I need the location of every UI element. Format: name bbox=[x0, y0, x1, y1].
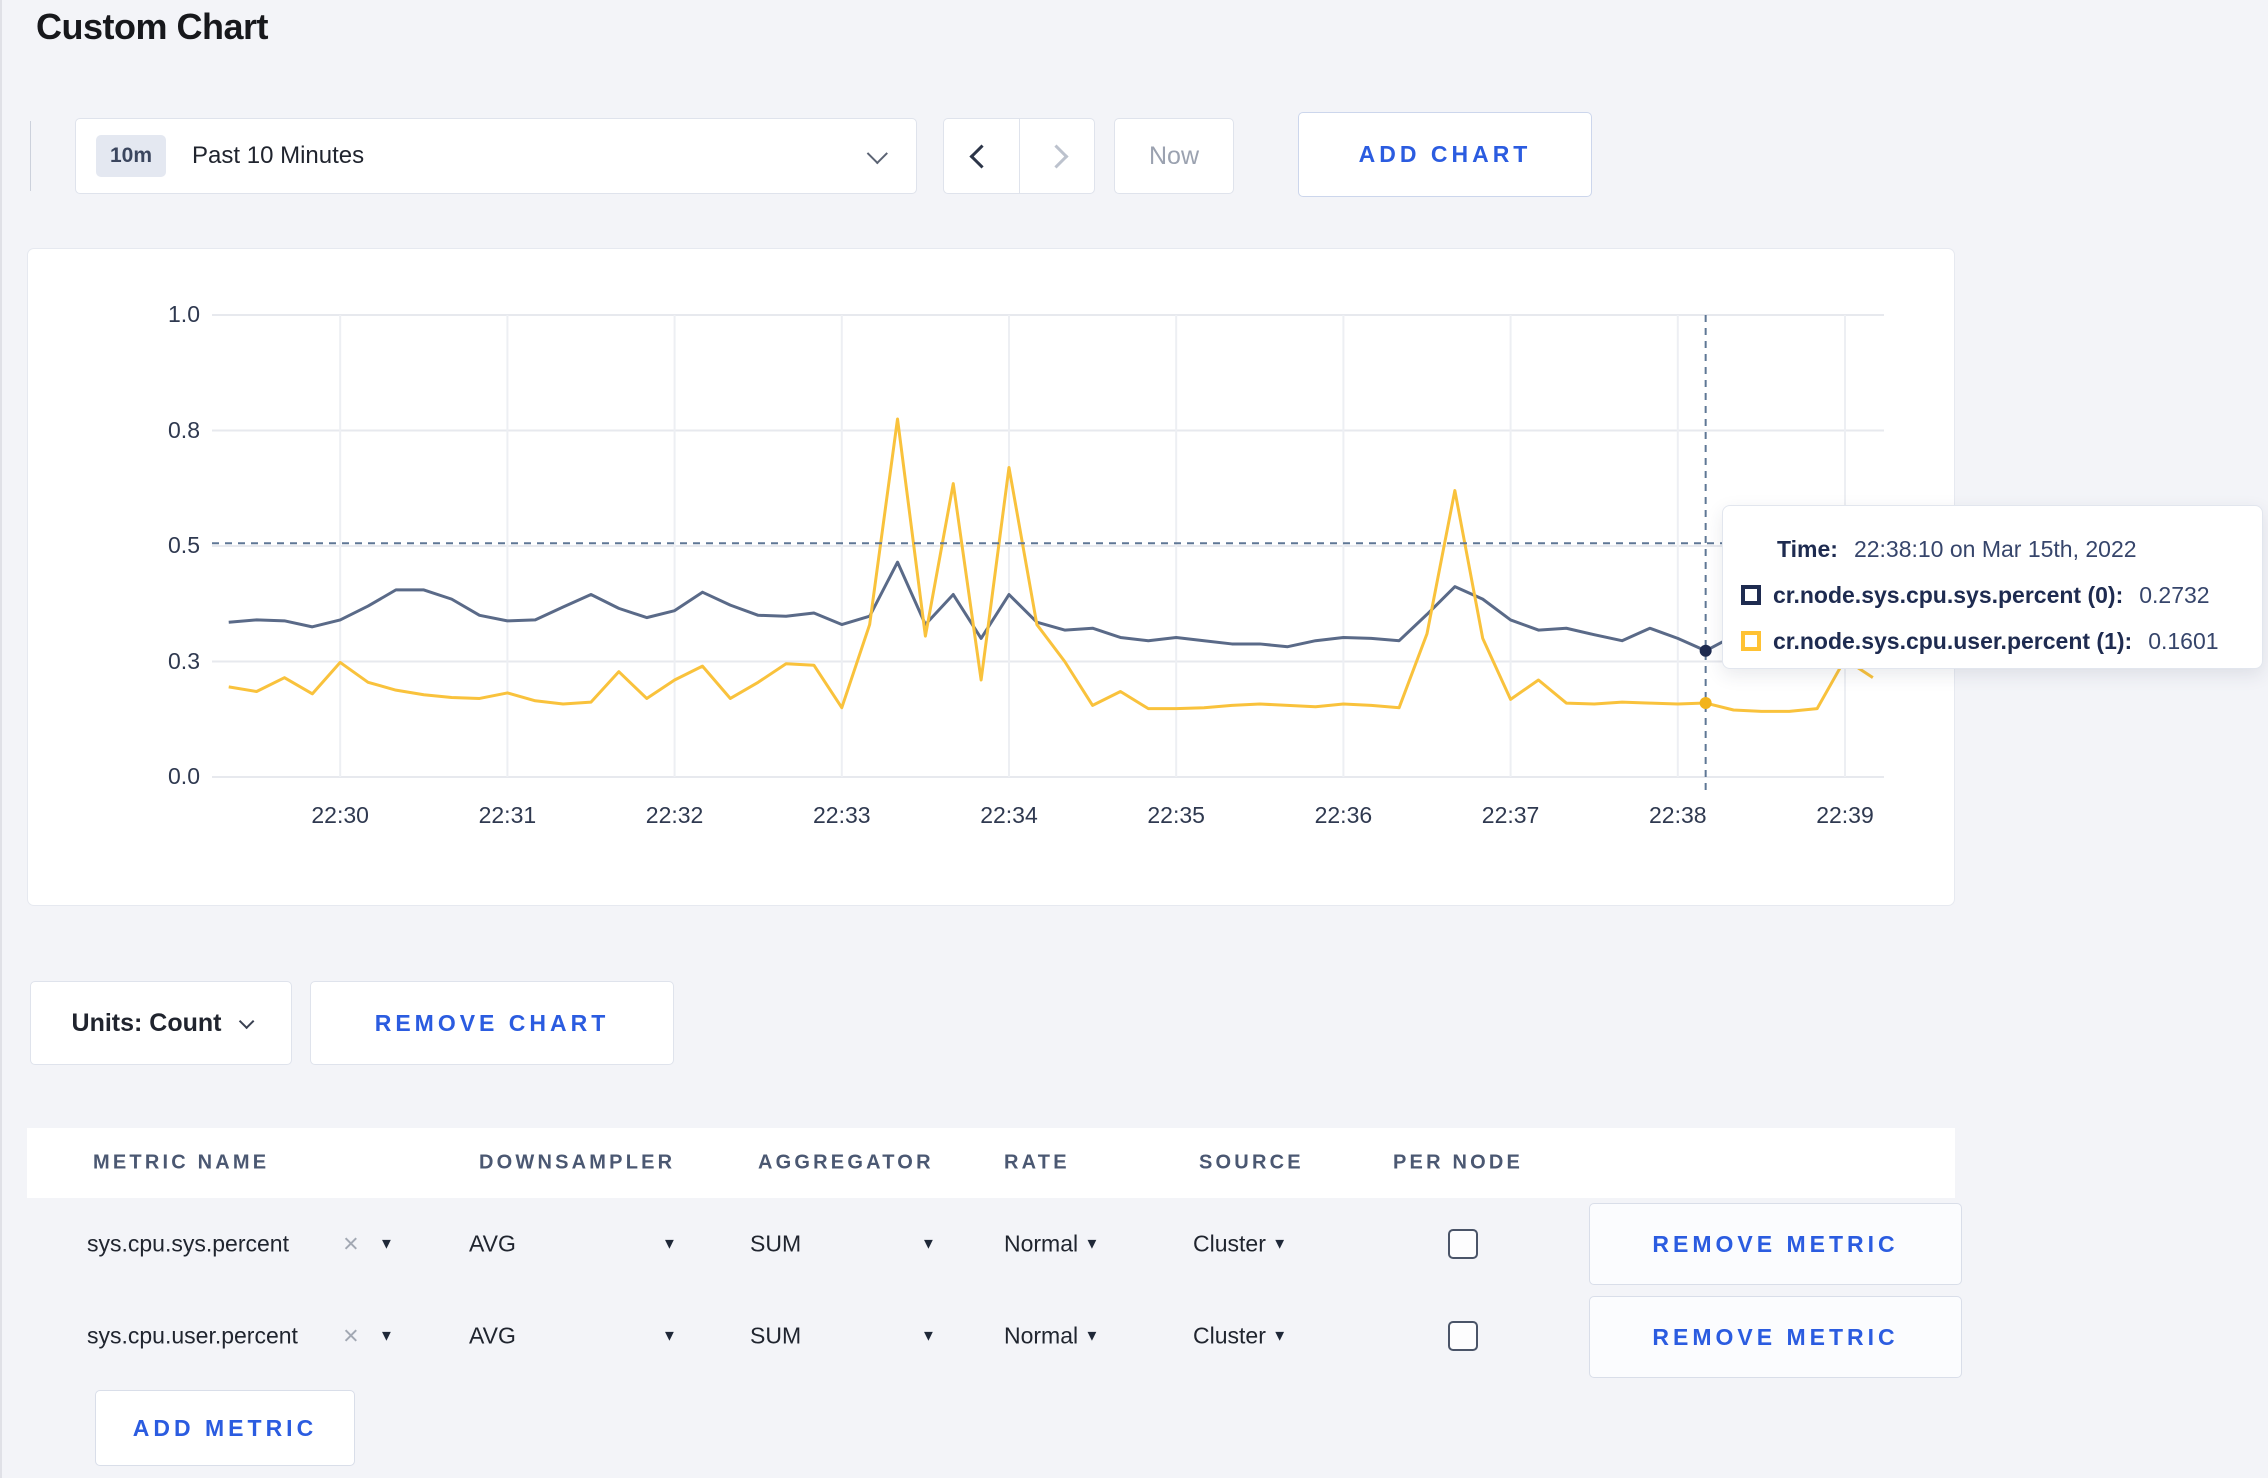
caret-down-icon: ▼ bbox=[662, 1327, 677, 1345]
add-chart-button[interactable]: ADD CHART bbox=[1298, 112, 1592, 197]
clear-metric-icon[interactable]: × bbox=[343, 1229, 359, 1260]
metric-table-row: sys.cpu.user.percent × ▼ AVG ▼ SUM ▼ Nor… bbox=[27, 1290, 1962, 1382]
downsampler-select[interactable]: AVG bbox=[469, 1323, 516, 1350]
toolbar-divider bbox=[30, 121, 31, 191]
x-axis-tick-label: 22:36 bbox=[1314, 802, 1373, 828]
caret-down-icon: ▼ bbox=[1084, 1327, 1100, 1345]
x-axis-tick-label: 22:32 bbox=[645, 802, 704, 828]
series-user-swatch-icon bbox=[1741, 631, 1761, 651]
tooltip-series-label: cr.node.sys.cpu.sys.percent (0): bbox=[1773, 581, 2124, 608]
x-axis-tick-label: 22:39 bbox=[1816, 802, 1874, 828]
x-axis-tick-label: 22:30 bbox=[311, 802, 369, 828]
caret-down-icon: ▼ bbox=[921, 1235, 936, 1253]
tooltip-time-row: Time: 22:38:10 on Mar 15th, 2022 bbox=[1777, 530, 2232, 568]
chart-hover-tooltip: Time: 22:38:10 on Mar 15th, 2022 cr.node… bbox=[1722, 505, 2263, 669]
caret-down-icon: ▼ bbox=[379, 1235, 394, 1253]
chevron-right-icon bbox=[1044, 143, 1069, 169]
caret-down-icon: ▼ bbox=[1272, 1235, 1288, 1253]
y-axis-tick-label: 0.5 bbox=[168, 532, 200, 558]
aggregator-select[interactable]: SUM bbox=[750, 1323, 801, 1350]
metric-table-row: sys.cpu.sys.percent × ▼ AVG ▼ SUM ▼ Norm… bbox=[27, 1198, 1962, 1290]
metrics-table-header: METRIC NAME DOWNSAMPLER AGGREGATOR RATE … bbox=[27, 1128, 1955, 1198]
tooltip-series-value: 0.2732 bbox=[2139, 581, 2210, 608]
add-metric-label: ADD METRIC bbox=[132, 1414, 318, 1441]
remove-metric-label: REMOVE METRIC bbox=[1652, 1230, 1899, 1257]
now-button[interactable]: Now bbox=[1114, 118, 1234, 194]
tooltip-series-row: cr.node.sys.cpu.sys.percent (0): 0.2732 bbox=[1741, 576, 2232, 614]
y-axis-tick-label: 0.0 bbox=[168, 763, 200, 789]
col-header-aggregator: AGGREGATOR bbox=[758, 1151, 934, 1174]
caret-down-icon: ▼ bbox=[662, 1235, 677, 1253]
per-node-checkbox[interactable] bbox=[1448, 1321, 1478, 1351]
clear-metric-icon[interactable]: × bbox=[343, 1321, 359, 1352]
source-select[interactable]: Cluster ▼ bbox=[1193, 1231, 1287, 1258]
downsampler-select[interactable]: AVG bbox=[469, 1231, 516, 1258]
time-nav-group bbox=[943, 118, 1095, 194]
x-axis-tick-label: 22:37 bbox=[1481, 802, 1540, 828]
tooltip-series-row: cr.node.sys.cpu.user.percent (1): 0.1601 bbox=[1741, 622, 2232, 660]
col-header-downsampler: DOWNSAMPLER bbox=[479, 1151, 676, 1174]
caret-down-icon: ▼ bbox=[1272, 1327, 1288, 1345]
chevron-left-icon bbox=[969, 143, 994, 169]
col-header-source: SOURCE bbox=[1199, 1151, 1304, 1174]
x-axis-tick-label: 22:35 bbox=[1147, 802, 1205, 828]
chevron-down-icon bbox=[239, 1013, 255, 1029]
remove-metric-label: REMOVE METRIC bbox=[1652, 1323, 1899, 1350]
rate-select[interactable]: Normal ▼ bbox=[1004, 1231, 1099, 1258]
remove-chart-button[interactable]: REMOVE CHART bbox=[310, 981, 674, 1065]
remove-metric-button[interactable]: REMOVE METRIC bbox=[1589, 1203, 1962, 1285]
time-range-badge: 10m bbox=[96, 135, 167, 177]
add-metric-button[interactable]: ADD METRIC bbox=[95, 1390, 355, 1466]
col-header-metric-name: METRIC NAME bbox=[93, 1151, 270, 1174]
add-chart-label: ADD CHART bbox=[1358, 141, 1532, 167]
time-next-button[interactable] bbox=[1018, 118, 1095, 194]
x-axis-tick-label: 22:38 bbox=[1649, 802, 1707, 828]
caret-down-icon: ▼ bbox=[921, 1327, 936, 1345]
x-axis-tick-label: 22:34 bbox=[980, 802, 1038, 828]
per-node-checkbox[interactable] bbox=[1448, 1229, 1478, 1259]
col-header-rate: RATE bbox=[1004, 1151, 1070, 1174]
series-sys-swatch-icon bbox=[1741, 585, 1761, 605]
col-header-per-node: PER NODE bbox=[1393, 1151, 1524, 1174]
caret-down-icon: ▼ bbox=[379, 1327, 394, 1345]
source-select[interactable]: Cluster ▼ bbox=[1193, 1323, 1287, 1350]
tooltip-series-label: cr.node.sys.cpu.user.percent (1): bbox=[1773, 627, 2133, 654]
tooltip-time-value: 22:38:10 on Mar 15th, 2022 bbox=[1853, 535, 2137, 562]
time-prev-button[interactable] bbox=[943, 118, 1019, 194]
metric-name-select[interactable]: sys.cpu.sys.percent bbox=[87, 1231, 289, 1258]
remove-chart-label: REMOVE CHART bbox=[374, 1009, 610, 1036]
x-axis-tick-label: 22:31 bbox=[478, 802, 537, 828]
x-axis-tick-label: 22:33 bbox=[813, 802, 871, 828]
window-edge bbox=[0, 0, 2, 1478]
aggregator-select[interactable]: SUM bbox=[750, 1231, 801, 1258]
caret-down-icon: ▼ bbox=[1084, 1235, 1100, 1253]
remove-metric-button[interactable]: REMOVE METRIC bbox=[1589, 1296, 1962, 1378]
units-dropdown[interactable]: Units: Count bbox=[30, 981, 292, 1065]
chevron-down-icon bbox=[866, 142, 888, 164]
y-axis-tick-label: 1.0 bbox=[168, 301, 200, 327]
time-range-label: Past 10 Minutes bbox=[192, 142, 365, 169]
y-axis-tick-label: 0.3 bbox=[168, 647, 200, 674]
page-title: Custom Chart bbox=[36, 6, 269, 47]
units-label: Units: Count bbox=[71, 1008, 222, 1037]
y-axis-tick-label: 0.8 bbox=[168, 416, 200, 443]
metric-name-select[interactable]: sys.cpu.user.percent bbox=[87, 1323, 298, 1350]
rate-select[interactable]: Normal ▼ bbox=[1004, 1323, 1099, 1350]
tooltip-time-label: Time: bbox=[1777, 535, 1838, 562]
time-range-selector[interactable]: 10m Past 10 Minutes bbox=[75, 118, 917, 194]
tooltip-series-value: 0.1601 bbox=[2148, 627, 2219, 654]
